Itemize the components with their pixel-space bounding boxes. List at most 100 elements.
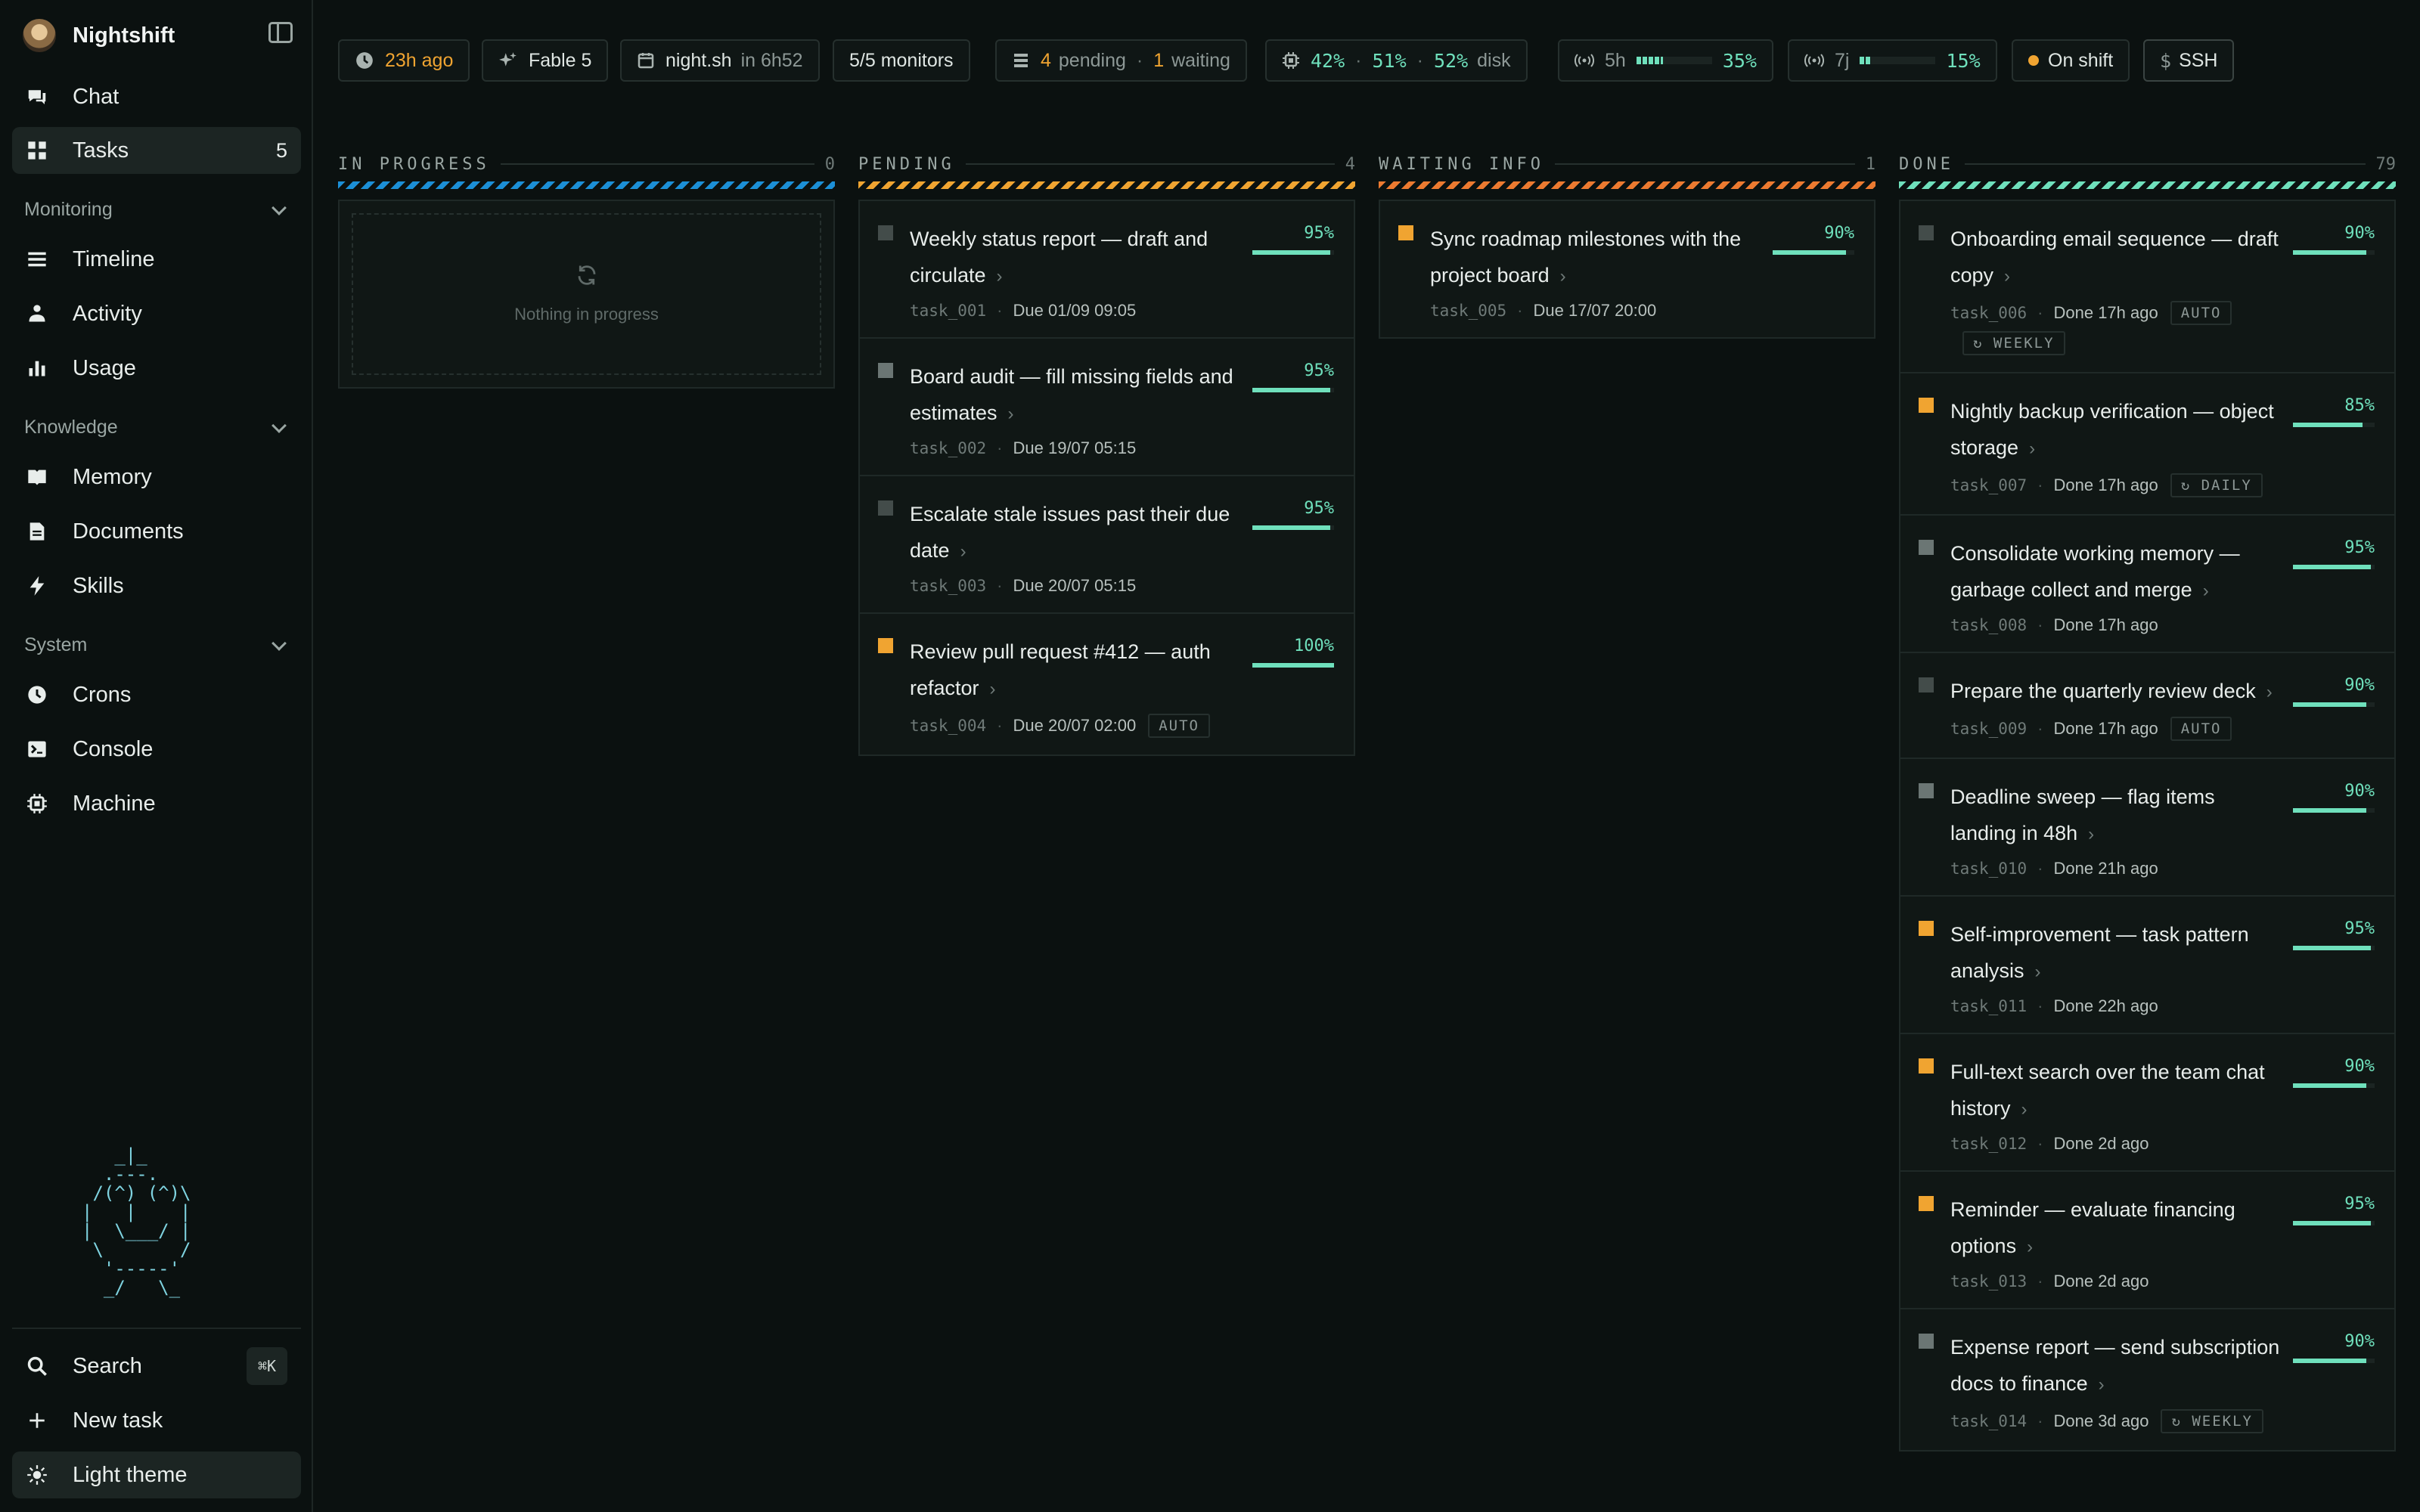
nav-label: New task bbox=[73, 1408, 163, 1433]
divider bbox=[12, 1328, 301, 1329]
model-chip[interactable]: Fable 5 bbox=[482, 39, 609, 82]
divider bbox=[1964, 163, 2366, 165]
nav-item-skills[interactable]: Skills bbox=[12, 562, 301, 609]
chevron-right-icon: › bbox=[1559, 266, 1566, 287]
task-id: task_007 bbox=[1950, 476, 2028, 494]
task-card[interactable]: Sync roadmap milestones with the project… bbox=[1380, 201, 1874, 337]
nav-item-crons[interactable]: Crons bbox=[12, 671, 301, 718]
task-title[interactable]: Prepare the quarterly review deck › bbox=[1950, 673, 2281, 711]
task-card[interactable]: Board audit — fill missing fields and es… bbox=[860, 339, 1354, 476]
confidence: 95% bbox=[1252, 499, 1334, 530]
dollar-icon: $ bbox=[2160, 49, 2172, 72]
priority-marker bbox=[878, 363, 893, 378]
search-button[interactable]: Search ⌘K bbox=[12, 1343, 301, 1390]
grid-icon bbox=[24, 138, 50, 163]
priority-marker bbox=[1919, 1334, 1934, 1349]
avatar[interactable] bbox=[23, 19, 56, 52]
nav-item-usage[interactable]: Usage bbox=[12, 345, 301, 392]
sidebar-toggle-icon[interactable] bbox=[268, 22, 293, 43]
task-card[interactable]: Prepare the quarterly review deck › task_0… bbox=[1900, 653, 2394, 759]
task-title[interactable]: Weekly status report — draft and circula… bbox=[910, 221, 1240, 295]
stack-icon bbox=[1012, 51, 1030, 70]
column-stripe bbox=[858, 181, 1355, 189]
task-tag: ↻ WEEKLY bbox=[2161, 1409, 2263, 1433]
pending-label: pending bbox=[1058, 49, 1126, 71]
task-card[interactable]: Escalate stale issues past their due dat… bbox=[860, 476, 1354, 614]
task-title[interactable]: Board audit — fill missing fields and es… bbox=[910, 358, 1240, 432]
chevron-right-icon: › bbox=[2004, 266, 2011, 287]
task-card[interactable]: Weekly status report — draft and circula… bbox=[860, 201, 1354, 339]
section-knowledge[interactable]: Knowledge bbox=[24, 417, 289, 438]
nav-label: Crons bbox=[73, 682, 132, 707]
nav-item-timeline[interactable]: Timeline bbox=[12, 236, 301, 283]
task-card[interactable]: Nightly backup verification — object sto… bbox=[1900, 373, 2394, 516]
task-title[interactable]: Nightly backup verification — object sto… bbox=[1950, 393, 2281, 467]
separator: · bbox=[997, 576, 1003, 595]
task-title[interactable]: Full-text search over the team chat hist… bbox=[1950, 1054, 2281, 1128]
new-task-button[interactable]: New task bbox=[12, 1397, 301, 1444]
quota-7j-value: 15% bbox=[1946, 49, 1981, 72]
task-title[interactable]: Self-improvement — task pattern analysis… bbox=[1950, 916, 2281, 990]
last-sync-chip[interactable]: 23h ago bbox=[338, 39, 470, 82]
confidence: 95% bbox=[2293, 1194, 2375, 1225]
nav-item-documents[interactable]: Documents bbox=[12, 508, 301, 555]
quota-5h-chip[interactable]: 5h 35% bbox=[1558, 39, 1773, 82]
chevron-right-icon: › bbox=[2202, 581, 2209, 601]
confidence-bar bbox=[2293, 565, 2375, 569]
separator: · bbox=[2037, 615, 2043, 634]
task-title[interactable]: Consolidate working memory — garbage col… bbox=[1950, 535, 2281, 609]
priority-marker bbox=[1919, 1058, 1934, 1074]
ssh-button[interactable]: $ SSH bbox=[2143, 39, 2235, 82]
task-meta: task_014 · Done 3d ago ↻ WEEKLY bbox=[1950, 1409, 2281, 1433]
host-chip[interactable]: night.sh in 6h52 bbox=[620, 39, 820, 82]
nav-item-chat[interactable]: Chat bbox=[12, 73, 301, 120]
board-column: PENDING 4 Weekly status report — draft and… bbox=[858, 151, 1355, 756]
task-title-text: Sync roadmap milestones with the project… bbox=[1430, 228, 1742, 287]
task-title[interactable]: Onboarding email sequence — draft copy › bbox=[1950, 221, 2281, 295]
theme-toggle-button[interactable]: Light theme bbox=[12, 1452, 301, 1498]
task-card[interactable]: Full-text search over the team chat hist… bbox=[1900, 1034, 2394, 1172]
task-title[interactable]: Deadline sweep — flag items landing in 4… bbox=[1950, 779, 2281, 853]
resources-chip[interactable]: 42% · 51% · 52% disk bbox=[1265, 39, 1528, 82]
divider bbox=[500, 163, 814, 165]
section-system[interactable]: System bbox=[24, 634, 289, 656]
confidence-bar bbox=[2293, 702, 2375, 707]
task-title[interactable]: Reminder — evaluate financing options › bbox=[1950, 1191, 2281, 1266]
task-card[interactable]: Review pull request #412 — auth refactor… bbox=[860, 614, 1354, 754]
task-meta: task_008 · Done 17h ago bbox=[1950, 615, 2281, 635]
task-title[interactable]: Review pull request #412 — auth refactor… bbox=[910, 634, 1240, 708]
nav-item-activity[interactable]: Activity bbox=[12, 290, 301, 337]
card-list: Sync roadmap milestones with the project… bbox=[1379, 200, 1876, 339]
confidence: 95% bbox=[1252, 224, 1334, 255]
quota-7j-chip[interactable]: 7j 15% bbox=[1788, 39, 1997, 82]
nav-item-memory[interactable]: Memory bbox=[12, 454, 301, 500]
column-stripe bbox=[338, 181, 835, 189]
nav-label: Timeline bbox=[73, 246, 155, 271]
task-title-text: Onboarding email sequence — draft copy bbox=[1950, 228, 2279, 287]
task-card[interactable]: Self-improvement — task pattern analysis… bbox=[1900, 897, 2394, 1034]
task-card[interactable]: Reminder — evaluate financing options › ta… bbox=[1900, 1172, 2394, 1309]
nav-item-machine[interactable]: Machine bbox=[12, 780, 301, 827]
task-card[interactable]: Expense report — send subscription docs … bbox=[1900, 1309, 2394, 1450]
task-card[interactable]: Deadline sweep — flag items landing in 4… bbox=[1900, 759, 2394, 897]
task-card[interactable]: Onboarding email sequence — draft copy › t… bbox=[1900, 201, 2394, 373]
task-card[interactable]: Consolidate working memory — garbage col… bbox=[1900, 516, 2394, 653]
nav-item-console[interactable]: Console bbox=[12, 726, 301, 773]
task-title[interactable]: Expense report — send subscription docs … bbox=[1950, 1329, 2281, 1403]
monitors-chip[interactable]: 5/5 monitors bbox=[833, 39, 970, 82]
task-title[interactable]: Escalate stale issues past their due dat… bbox=[910, 496, 1240, 570]
queue-chip[interactable]: 4 pending · 1 waiting bbox=[995, 39, 1247, 82]
priority-marker bbox=[1919, 677, 1934, 692]
board-column: IN PROGRESS 0 Nothing in progress bbox=[338, 151, 835, 389]
separator: · bbox=[1416, 49, 1423, 71]
task-title[interactable]: Sync roadmap milestones with the project… bbox=[1430, 221, 1761, 295]
separator: · bbox=[1355, 49, 1362, 71]
card-list: Onboarding email sequence — draft copy › t… bbox=[1899, 200, 2396, 1452]
task-title-text: Consolidate working memory — garbage col… bbox=[1950, 542, 2240, 601]
shift-status-chip[interactable]: On shift bbox=[2012, 39, 2130, 82]
task-title-text: Escalate stale issues past their due dat… bbox=[910, 503, 1230, 562]
mascot-ascii-art: _|_ .---. /(^) (^)\ | | | | \___/ | \ / … bbox=[82, 1145, 191, 1298]
quota-5h-value: 35% bbox=[1722, 49, 1757, 72]
nav-item-tasks[interactable]: Tasks 5 bbox=[12, 127, 301, 174]
section-monitoring[interactable]: Monitoring bbox=[24, 199, 289, 221]
